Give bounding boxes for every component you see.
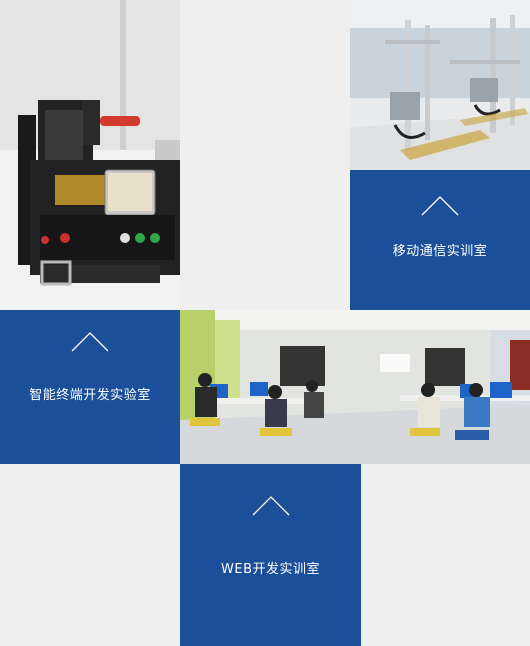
web-dev-lab-tile[interactable]: WEB开发实训室 xyxy=(180,464,361,646)
chevron-up-icon xyxy=(252,496,289,516)
device-test-photo xyxy=(0,0,180,310)
chevron-up-icon xyxy=(71,332,109,352)
mobile-comm-lab-tile[interactable]: 移动通信实训室 xyxy=(350,170,530,310)
tile-label: 移动通信实训室 xyxy=(392,244,488,259)
chevron-up-icon xyxy=(421,196,459,216)
computer-lab-photo xyxy=(180,310,530,464)
tile-label: 智能终端开发实验室 xyxy=(29,388,151,403)
smart-terminal-lab-tile[interactable]: 智能终端开发实验室 xyxy=(0,310,180,464)
tile-label: WEB开发实训室 xyxy=(221,562,320,577)
antenna-lab-photo xyxy=(350,0,530,170)
